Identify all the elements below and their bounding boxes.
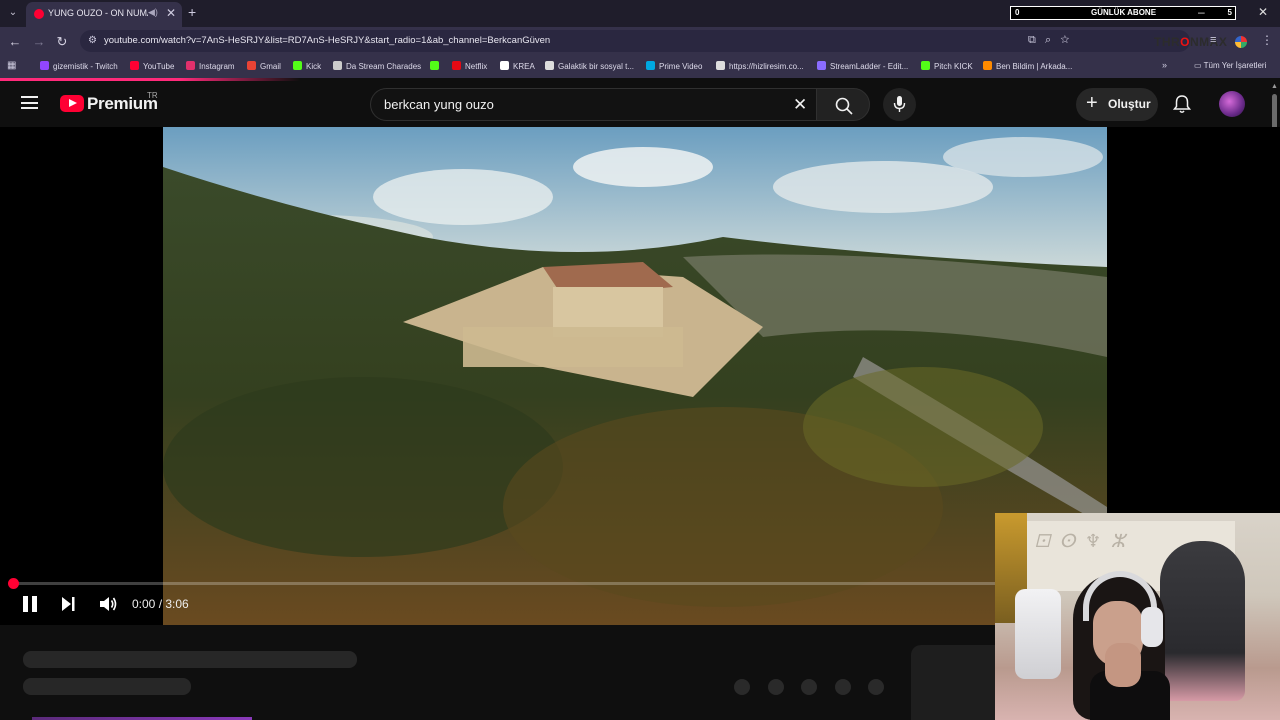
create-label: Oluştur <box>1108 97 1151 111</box>
kick-icon <box>293 61 302 70</box>
bookmark-item[interactable] <box>430 61 443 71</box>
forward-arrow-icon[interactable]: → <box>32 34 46 49</box>
time-display: 0:00 / 3:06 <box>132 597 189 611</box>
search-button[interactable] <box>816 88 870 121</box>
next-video-icon[interactable] <box>60 596 76 612</box>
headset-earcup <box>1141 607 1163 647</box>
tab-close-icon[interactable]: ✕ <box>166 6 176 20</box>
bookmark-item[interactable]: StreamLadder - Edit... <box>817 61 908 71</box>
instagram-icon <box>186 61 195 70</box>
subscriber-count: 0 <box>1015 8 1020 17</box>
browser-menu-icon[interactable]: ⋮ <box>1261 33 1273 47</box>
loading-dot <box>734 679 750 695</box>
account-avatar[interactable] <box>1219 91 1245 117</box>
bookmark-item[interactable]: KREA <box>500 61 535 71</box>
install-app-icon[interactable]: ⧉ ⌕ ☆ <box>1028 34 1069 47</box>
streamladder-icon <box>817 61 826 70</box>
channel-info-placeholder <box>23 678 191 695</box>
browser-toolbar: ← → ↻ ⚙ youtube.com/watch?v=7AnS-HeSRJY&… <box>0 27 1280 56</box>
subscriber-label: GÜNLÜK ABONE <box>1091 8 1157 17</box>
streamer-webcam-overlay: 🝕 ⵙ ♆ ⵣ <box>995 513 1280 720</box>
new-tab-button[interactable]: + <box>188 4 196 20</box>
video-scene-image <box>163 127 1107 625</box>
speaker-icon[interactable]: ◀) <box>148 7 158 18</box>
bookmark-item[interactable]: https://hizliresim.co... <box>716 61 804 71</box>
search-icon <box>835 97 853 115</box>
progress-scrubber[interactable] <box>8 578 19 589</box>
search-query[interactable]: berkcan yung ouzo <box>384 97 494 112</box>
all-bookmarks-folder[interactable]: ▭ Tüm Yer İşaretleri <box>1194 61 1266 70</box>
loading-dot <box>768 679 784 695</box>
search-input[interactable]: berkcan yung ouzo ✕ <box>370 88 816 121</box>
volume-icon[interactable] <box>98 594 118 614</box>
guide-menu-icon[interactable] <box>21 96 38 109</box>
twitch-icon <box>40 61 49 70</box>
bookmark-item[interactable]: Netflix <box>452 61 487 71</box>
kick-icon <box>430 61 439 70</box>
profile-icon[interactable] <box>1235 36 1247 48</box>
microphone-arm <box>1015 589 1061 679</box>
reload-icon[interactable]: ↻ <box>55 34 69 50</box>
galaktik-icon <box>545 61 554 70</box>
scroll-up-icon[interactable]: ▲ <box>1271 83 1278 90</box>
tab-search-icon[interactable]: ⌄ <box>5 5 21 21</box>
window-close-button[interactable]: ✕ <box>1258 5 1268 19</box>
youtube-logo-icon[interactable] <box>60 95 84 112</box>
netflix-icon <box>452 61 461 70</box>
bookmarks-bar: ▦ gizemistik - Twitch YouTube Instagram … <box>0 56 1280 78</box>
youtube-masthead: Premium TR berkcan yung ouzo ✕ + Oluştur <box>0 81 1280 127</box>
plus-icon: + <box>1086 92 1098 114</box>
bookmark-item[interactable]: gizemistik - Twitch <box>40 61 118 71</box>
gmail-icon <box>247 61 256 70</box>
bookmark-item[interactable]: Instagram <box>186 61 235 71</box>
prime-video-icon <box>646 61 655 70</box>
create-button[interactable]: + Oluştur <box>1076 88 1158 121</box>
media-control-icon[interactable]: ≡ <box>1210 34 1216 46</box>
window-minimize-button[interactable]: – <box>1198 5 1205 19</box>
bookmark-item[interactable]: Kick <box>293 61 321 71</box>
bookmark-item[interactable]: Pitch KICK <box>921 61 973 71</box>
video-frame[interactable] <box>163 127 1107 625</box>
kick-icon <box>921 61 930 70</box>
tab-title: YUNG OUZO - ON NUMARA <box>48 8 148 18</box>
loading-dot <box>835 679 851 695</box>
apps-grid-icon[interactable]: ▦ <box>7 60 16 71</box>
bookmark-item[interactable]: Prime Video <box>646 61 702 71</box>
country-code: TR <box>147 91 158 100</box>
benbildim-icon <box>983 61 992 70</box>
subscriber-goal: 5 <box>1227 8 1232 17</box>
clear-search-icon[interactable]: ✕ <box>793 95 807 115</box>
voice-search-button[interactable] <box>883 88 916 121</box>
browser-tab-active[interactable]: YUNG OUZO - ON NUMARA ◀) ✕ <box>26 2 182 27</box>
bookmark-item[interactable]: Da Stream Charades <box>333 61 421 71</box>
address-bar[interactable]: ⚙ youtube.com/watch?v=7AnS-HeSRJY&list=R… <box>80 30 1227 52</box>
browser-tab-bar: ⌄ YUNG OUZO - ON NUMARA ◀) ✕ + 0 GÜNLÜK … <box>0 0 1280 27</box>
site-info-icon[interactable]: ⚙ <box>88 35 97 46</box>
bookmark-item[interactable]: Gmail <box>247 61 281 71</box>
youtube-favicon-icon <box>34 9 44 19</box>
youtube-icon <box>130 61 139 70</box>
loading-dot <box>868 679 884 695</box>
notifications-bell-icon[interactable] <box>1173 94 1191 114</box>
bookmark-item[interactable]: Ben Bildim | Arkada... <box>983 61 1072 71</box>
url-text[interactable]: youtube.com/watch?v=7AnS-HeSRJY&list=RD7… <box>104 35 550 46</box>
krea-icon <box>500 61 509 70</box>
pause-button[interactable] <box>22 596 38 612</box>
bookmark-item[interactable]: YouTube <box>130 61 174 71</box>
streamer-hand <box>1105 643 1141 687</box>
hizliresim-icon <box>716 61 725 70</box>
video-title-placeholder <box>23 651 357 668</box>
more-bookmarks-icon[interactable]: » <box>1162 60 1167 70</box>
microphone-icon <box>893 96 906 112</box>
charades-icon <box>333 61 342 70</box>
pause-icon <box>23 596 28 612</box>
back-arrow-icon[interactable]: ← <box>8 34 22 49</box>
progress-bar[interactable] <box>12 582 1002 585</box>
loading-dot <box>801 679 817 695</box>
poster-graffiti-image: 🝕 ⵙ ♆ ⵣ <box>1035 531 1128 552</box>
bookmark-item[interactable]: Galaktik bir sosyal t... <box>545 61 634 71</box>
gaming-chair <box>1160 541 1245 701</box>
